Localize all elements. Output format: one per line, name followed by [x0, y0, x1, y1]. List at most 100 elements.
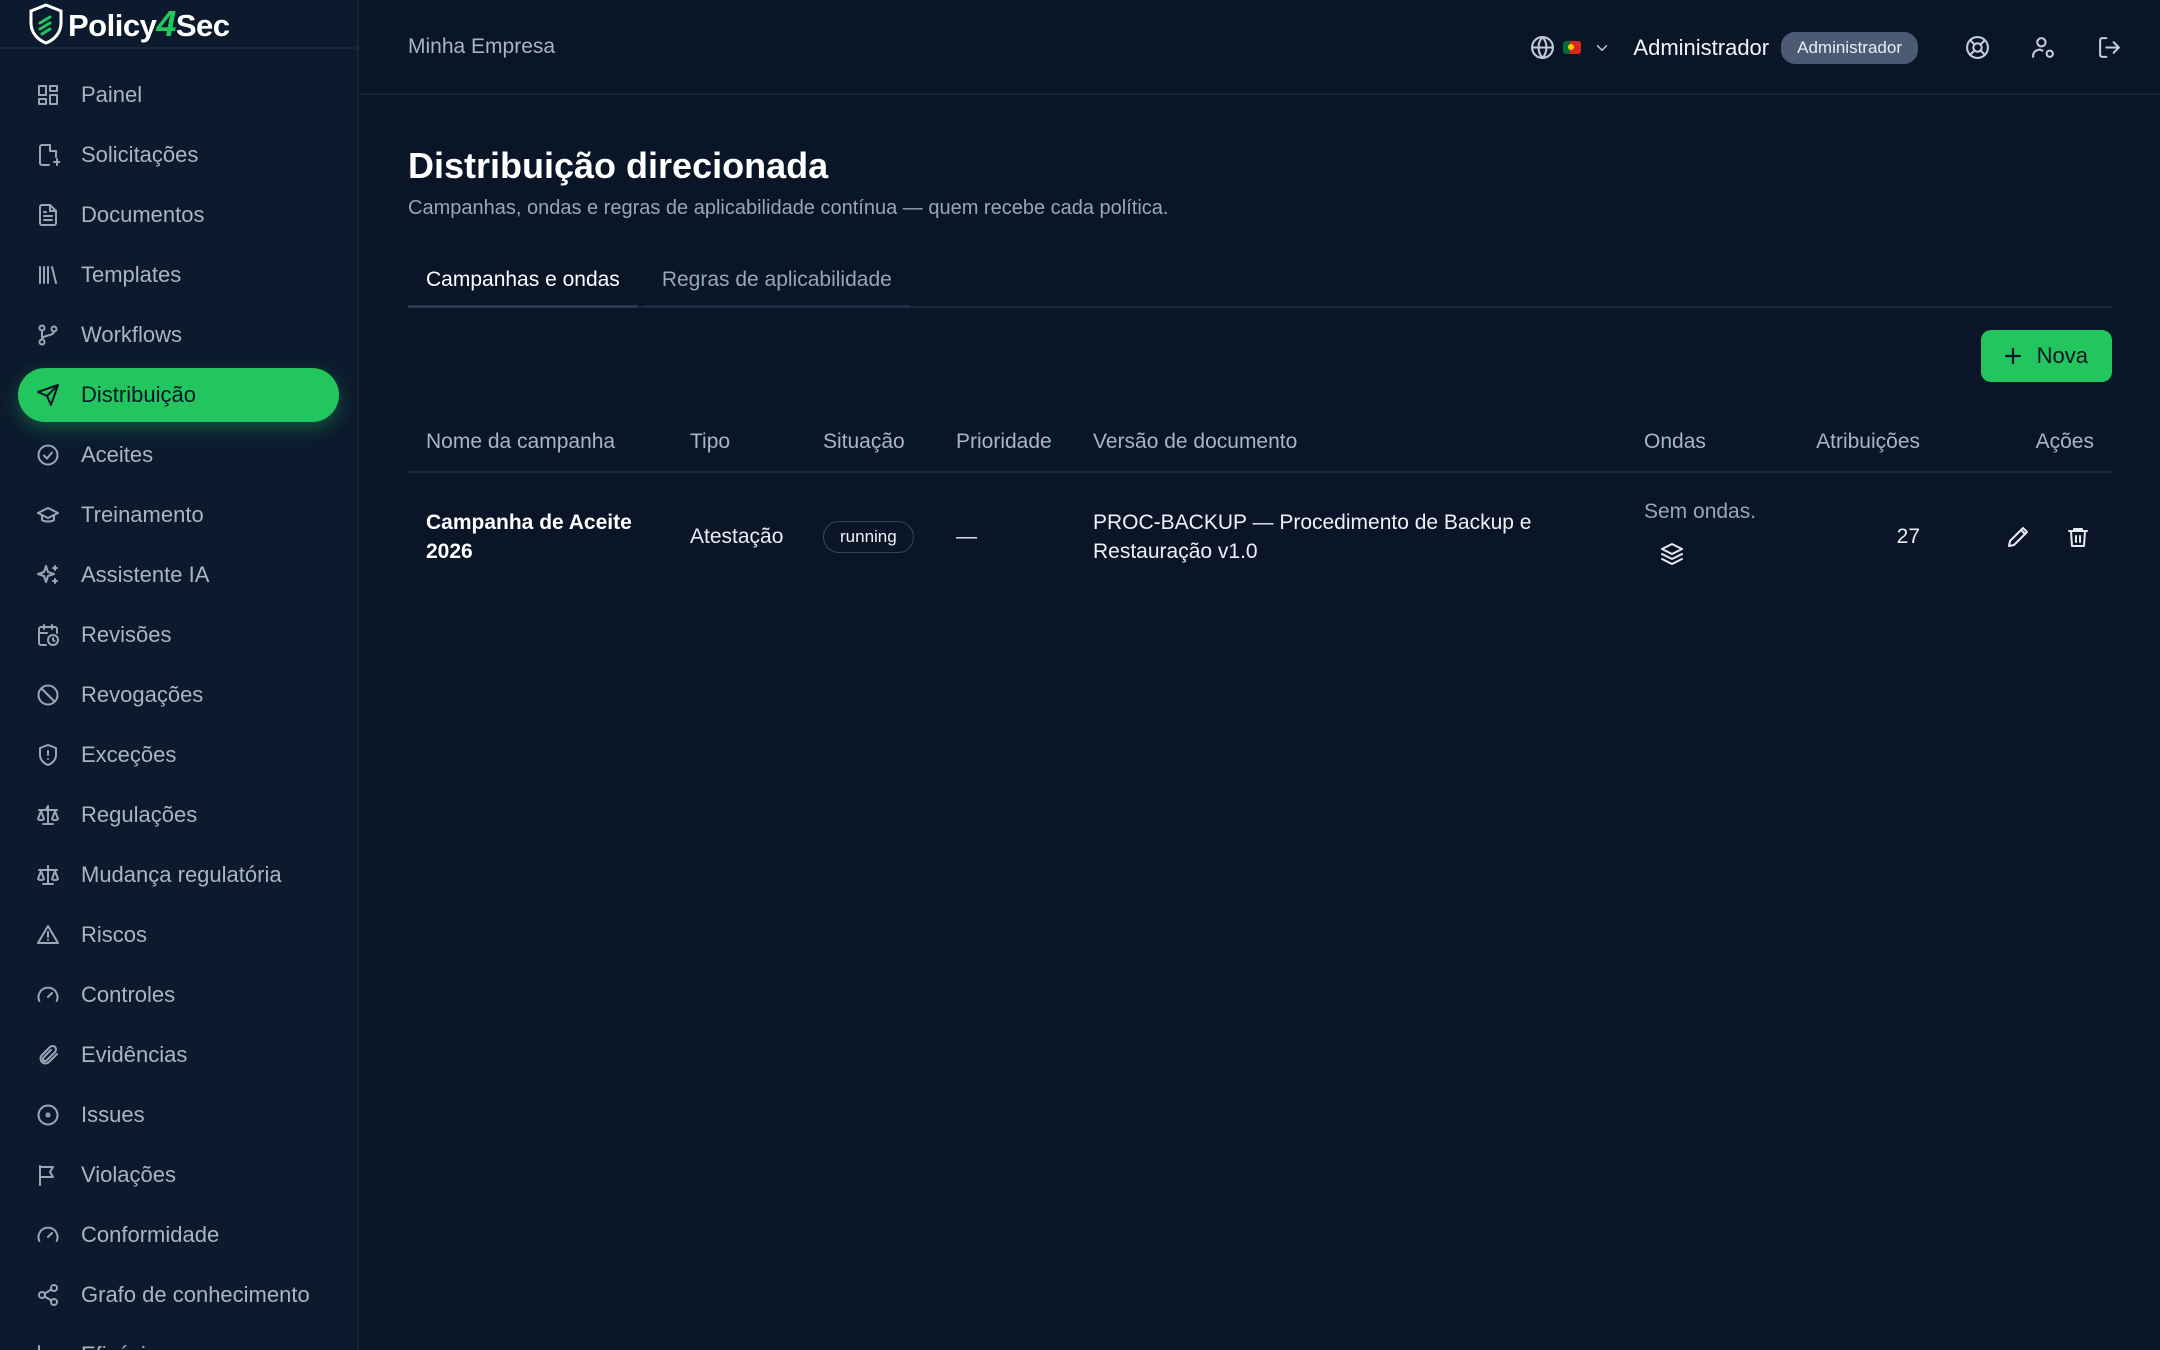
page-subtitle: Campanhas, ondas e regras de aplicabilid…: [408, 197, 1169, 219]
sidebar-item-label: Solicitações: [81, 142, 199, 167]
sidebar-nav: Painel Solicitações Documentos Templates…: [0, 49, 357, 1350]
user-cog-icon: [2031, 37, 2054, 58]
column-header-assignments[interactable]: Atribuições: [1786, 412, 1938, 473]
org-name[interactable]: Minha Empresa: [408, 35, 555, 59]
sidebar-item-assistente-ia[interactable]: Assistente IA: [18, 548, 339, 602]
edit-button[interactable]: [2002, 521, 2034, 553]
sidebar-item-aceites[interactable]: Aceites: [18, 428, 339, 482]
actions-cell: [1938, 472, 2112, 600]
sidebar-item-label: Conformidade: [81, 1222, 220, 1247]
sidebar-item-workflows[interactable]: Workflows: [18, 308, 339, 362]
sidebar-item-label: Treinamento: [81, 502, 204, 527]
campaign-priority: —: [956, 524, 977, 548]
sidebar-item-label: Riscos: [81, 922, 148, 947]
campaign-name-cell: Campanha de Aceite 2026: [408, 472, 672, 600]
life-buoy-icon: [1965, 36, 1989, 59]
new-campaign-button[interactable]: Nova: [1980, 330, 2112, 382]
sidebar-item-label: Revogações: [81, 682, 204, 707]
toolbar: Nova: [408, 308, 2112, 412]
logout-button[interactable]: [2076, 15, 2142, 81]
sidebar-item-solicitacoes[interactable]: Solicitações: [18, 128, 339, 182]
layers-icon: [1661, 542, 1683, 565]
campaigns-table: Nome da campanha Tipo Situação Prioridad…: [408, 412, 2112, 600]
sidebar-item-grafo-de-conhecimento[interactable]: Grafo de conhecimento: [18, 1268, 339, 1322]
sidebar-item-painel[interactable]: Painel: [18, 68, 339, 122]
pencil-icon: [2008, 526, 2028, 547]
sidebar-item-mudanca-regulatoria[interactable]: Mudança regulatória: [18, 848, 339, 902]
sidebar-item-label: Documentos: [81, 202, 205, 227]
portugal-flag-icon: [1563, 41, 1582, 54]
page-title: Distribuição direcionada: [408, 145, 829, 186]
shield-alert-icon: [39, 744, 57, 766]
sidebar-item-evidencias[interactable]: Evidências: [18, 1028, 339, 1082]
warning-triangle-icon: [37, 925, 59, 944]
sidebar-item-label: Painel: [81, 82, 143, 107]
column-header-doc-version[interactable]: Versão de documento: [1075, 412, 1626, 473]
waves-empty-text: Sem ondas.: [1644, 499, 1757, 523]
user-settings-button[interactable]: [2010, 15, 2076, 81]
language-selector[interactable]: [1530, 35, 1611, 60]
campaign-assignments: 27: [1896, 524, 1920, 548]
sidebar-item-eficacia[interactable]: Eficácia: [18, 1328, 339, 1350]
campaign-status-cell: running: [805, 472, 938, 600]
app-logo[interactable]: Policy4Sec: [0, 0, 357, 49]
column-header-waves[interactable]: Ondas: [1626, 412, 1786, 473]
brand-name: Policy4Sec: [68, 2, 230, 44]
sidebar-item-label: Assistente IA: [81, 562, 210, 587]
scale-icon: [37, 805, 59, 825]
sidebar-item-riscos[interactable]: Riscos: [18, 908, 339, 962]
sidebar-item-revogacoes[interactable]: Revogações: [18, 668, 339, 722]
scale-icon: [37, 865, 59, 885]
sidebar-item-label: Distribuição: [81, 382, 196, 407]
gauge-icon: [37, 986, 59, 1002]
sidebar-item-label: Mudança regulatória: [81, 862, 282, 887]
sidebar: Policy4Sec Painel Solicitações Documento…: [0, 0, 359, 1350]
column-header-type[interactable]: Tipo: [672, 412, 805, 473]
chevron-down-icon: [1597, 44, 1608, 51]
sidebar-item-distribuicao[interactable]: Distribuição: [18, 368, 339, 422]
top-header: Minha Empresa Administrador Administrado…: [361, 0, 2160, 95]
file-plus-icon: [39, 144, 60, 166]
check-circle-icon: [37, 444, 59, 466]
sidebar-item-templates[interactable]: Templates: [18, 248, 339, 302]
sidebar-item-treinamento[interactable]: Treinamento: [18, 488, 339, 542]
circle-dot-icon: [37, 1104, 59, 1126]
sidebar-item-label: Revisões: [81, 622, 172, 647]
help-button[interactable]: [1944, 15, 2010, 81]
sidebar-item-issues[interactable]: Issues: [18, 1088, 339, 1142]
column-header-name[interactable]: Nome da campanha: [408, 412, 672, 473]
sidebar-item-regulacoes[interactable]: Regulações: [18, 788, 339, 842]
header-actions: Administrador Administrador: [1530, 0, 2160, 95]
trash-icon: [2068, 527, 2088, 547]
sidebar-item-violacoes[interactable]: Violações: [18, 1148, 339, 1202]
sidebar-item-label: Grafo de conhecimento: [81, 1282, 310, 1307]
calendar-clock-icon: [38, 624, 59, 646]
main-content: Distribuição direcionada Campanhas, onda…: [408, 95, 2112, 600]
tab-regras-de-aplicabilidade[interactable]: Regras de aplicabilidade: [643, 254, 910, 308]
table-row[interactable]: Campanha de Aceite 2026 Atestação runnin…: [408, 472, 2112, 600]
sidebar-item-revisoes[interactable]: Revisões: [18, 608, 339, 662]
paperclip-icon: [39, 1044, 58, 1065]
sidebar-item-label: Issues: [81, 1102, 145, 1127]
new-button-label: Nova: [2036, 343, 2088, 368]
log-out-icon: [2098, 37, 2120, 58]
sidebar-item-conformidade[interactable]: Conformidade: [18, 1208, 339, 1262]
column-header-status[interactable]: Situação: [805, 412, 938, 473]
campaign-name[interactable]: Campanha de Aceite 2026: [426, 508, 654, 566]
send-icon: [37, 384, 59, 406]
library-icon: [39, 266, 57, 284]
sidebar-item-label: Controles: [81, 982, 176, 1007]
column-header-priority[interactable]: Prioridade: [938, 412, 1075, 473]
sidebar-item-excecoes[interactable]: Exceções: [18, 728, 339, 782]
shield-icon: [29, 2, 63, 45]
tab-campanhas-e-ondas[interactable]: Campanhas e ondas: [408, 254, 638, 308]
sidebar-item-controles[interactable]: Controles: [18, 968, 339, 1022]
doc-version: PROC-BACKUP — Procedimento de Backup e R…: [1093, 510, 1532, 563]
delete-button[interactable]: [2062, 521, 2094, 553]
sidebar-item-documentos[interactable]: Documentos: [18, 188, 339, 242]
sidebar-item-label: Exceções: [81, 742, 177, 767]
globe-icon: [1531, 36, 1555, 59]
share-icon: [38, 1284, 58, 1306]
sparkles-icon: [37, 565, 58, 584]
manage-waves-button[interactable]: [1644, 534, 1700, 574]
